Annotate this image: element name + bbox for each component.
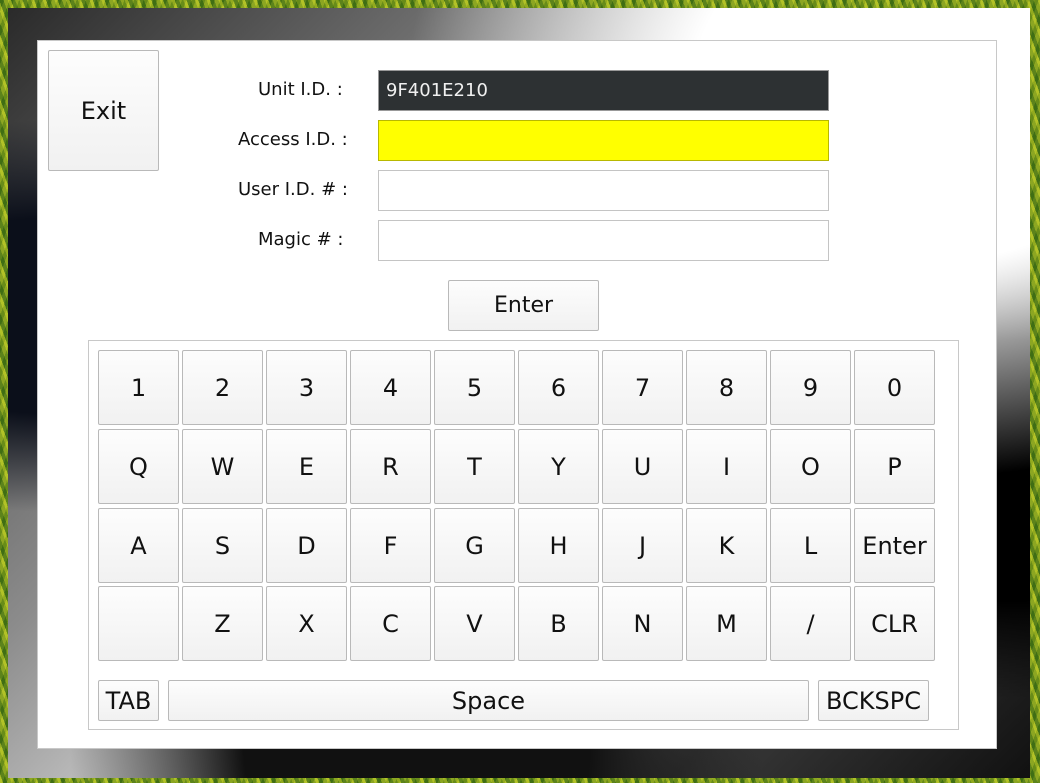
key-x[interactable]: X bbox=[266, 586, 347, 661]
key-blank[interactable] bbox=[98, 586, 179, 661]
on-screen-keyboard: 1 2 3 4 5 6 7 8 9 0 Q W E R T Y U I O P A S D F G H J K L Enter Z X C V B N… bbox=[88, 340, 959, 730]
key-u[interactable]: U bbox=[602, 429, 683, 504]
magic-number-field[interactable] bbox=[378, 220, 829, 261]
user-id-field[interactable] bbox=[378, 170, 829, 211]
key-z[interactable]: Z bbox=[182, 586, 263, 661]
key-b[interactable]: B bbox=[518, 586, 599, 661]
key-d[interactable]: D bbox=[266, 508, 347, 583]
key-a[interactable]: A bbox=[98, 508, 179, 583]
key-4[interactable]: 4 bbox=[350, 350, 431, 425]
key-i[interactable]: I bbox=[686, 429, 767, 504]
login-dialog: Exit Unit I.D. : 9F401E210 Access I.D. :… bbox=[37, 40, 997, 749]
key-clr[interactable]: CLR bbox=[854, 586, 935, 661]
key-v[interactable]: V bbox=[434, 586, 515, 661]
exit-button[interactable]: Exit bbox=[48, 50, 159, 171]
key-w[interactable]: W bbox=[182, 429, 263, 504]
key-0[interactable]: 0 bbox=[854, 350, 935, 425]
tab-key[interactable]: TAB bbox=[98, 680, 159, 721]
key-8[interactable]: 8 bbox=[686, 350, 767, 425]
key-p[interactable]: P bbox=[854, 429, 935, 504]
space-key[interactable]: Space bbox=[168, 680, 809, 721]
key-9[interactable]: 9 bbox=[770, 350, 851, 425]
key-6[interactable]: 6 bbox=[518, 350, 599, 425]
key-f[interactable]: F bbox=[350, 508, 431, 583]
key-2[interactable]: 2 bbox=[182, 350, 263, 425]
enter-button[interactable]: Enter bbox=[448, 280, 599, 331]
key-m[interactable]: M bbox=[686, 586, 767, 661]
key-k[interactable]: K bbox=[686, 508, 767, 583]
user-id-label: User I.D. # : bbox=[238, 179, 348, 200]
key-s[interactable]: S bbox=[182, 508, 263, 583]
key-l[interactable]: L bbox=[770, 508, 851, 583]
key-h[interactable]: H bbox=[518, 508, 599, 583]
unit-id-label: Unit I.D. : bbox=[258, 79, 343, 100]
key-enter[interactable]: Enter bbox=[854, 508, 935, 583]
backspace-key[interactable]: BCKSPC bbox=[818, 680, 929, 721]
key-q[interactable]: Q bbox=[98, 429, 179, 504]
key-r[interactable]: R bbox=[350, 429, 431, 504]
access-id-field[interactable] bbox=[378, 120, 829, 161]
key-o[interactable]: O bbox=[770, 429, 851, 504]
access-id-label: Access I.D. : bbox=[238, 129, 348, 150]
key-5[interactable]: 5 bbox=[434, 350, 515, 425]
key-c[interactable]: C bbox=[350, 586, 431, 661]
key-y[interactable]: Y bbox=[518, 429, 599, 504]
unit-id-field[interactable]: 9F401E210 bbox=[378, 70, 829, 111]
key-3[interactable]: 3 bbox=[266, 350, 347, 425]
key-g[interactable]: G bbox=[434, 508, 515, 583]
key-7[interactable]: 7 bbox=[602, 350, 683, 425]
key-j[interactable]: J bbox=[602, 508, 683, 583]
key-t[interactable]: T bbox=[434, 429, 515, 504]
magic-number-label: Magic # : bbox=[258, 229, 344, 250]
key-slash[interactable]: / bbox=[770, 586, 851, 661]
key-n[interactable]: N bbox=[602, 586, 683, 661]
key-1[interactable]: 1 bbox=[98, 350, 179, 425]
key-e[interactable]: E bbox=[266, 429, 347, 504]
